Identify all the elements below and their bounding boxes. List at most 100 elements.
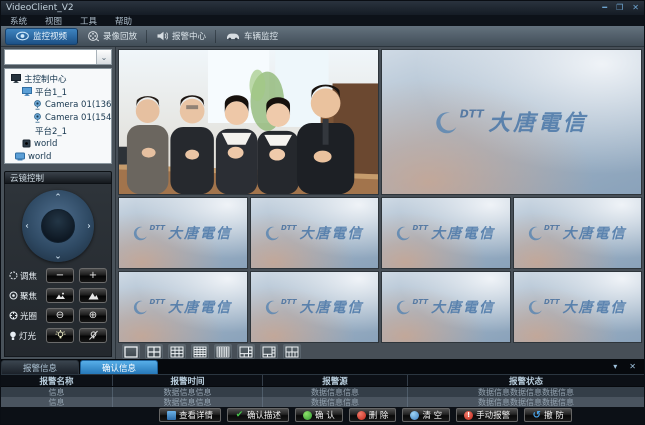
confirm-button[interactable]: 确 认 bbox=[295, 408, 343, 422]
car-icon bbox=[226, 31, 240, 41]
tab-label: 录像回放 bbox=[103, 30, 137, 42]
light-off-button[interactable] bbox=[79, 328, 107, 343]
iris-open-button[interactable]: ⊕ bbox=[79, 308, 107, 323]
col-alarm-source: 报警源 bbox=[263, 375, 408, 386]
layout-9-button[interactable] bbox=[168, 344, 186, 359]
tree-item-camera-154[interactable]: Camera 01(154) bbox=[7, 111, 109, 124]
maximize-button[interactable]: ❐ bbox=[616, 4, 623, 12]
tree-label: Camera 01(154) bbox=[45, 113, 112, 123]
ptz-row-light: 灯光 bbox=[9, 328, 107, 343]
dtt-name: 大唐電信 bbox=[489, 107, 588, 138]
close-button[interactable]: ✕ bbox=[632, 4, 639, 12]
ptz-dpad: ⌃ ⌃ ⌃ ⌃ bbox=[22, 190, 94, 262]
video-feed-logo[interactable]: DTT大唐電信 bbox=[250, 271, 380, 343]
chevron-down-icon[interactable]: ⌄ bbox=[96, 50, 111, 64]
ptz-row-label: 灯光 bbox=[19, 330, 36, 342]
iris-close-button[interactable]: ⊖ bbox=[46, 308, 74, 323]
clear-button[interactable]: 清 空 bbox=[402, 408, 450, 422]
bulb-on-icon bbox=[55, 330, 66, 341]
zoom-dial-icon bbox=[9, 271, 18, 280]
tab-alarm-info[interactable]: 报警信息 bbox=[1, 360, 79, 374]
menu-help[interactable]: 帮助 bbox=[115, 15, 132, 27]
manual-alarm-icon: ! bbox=[464, 411, 473, 420]
minimize-button[interactable]: ━ bbox=[602, 4, 607, 12]
focus-near-button[interactable] bbox=[46, 288, 74, 303]
dtt-crescent-icon bbox=[528, 226, 543, 241]
ptz-right-button[interactable]: ⌃ bbox=[81, 222, 90, 230]
video-client-window: VideoClient_V2 ━ ❐ ✕ 系统 视图 工具 帮助 监控视频 录像… bbox=[0, 0, 645, 425]
ptz-down-button[interactable]: ⌃ bbox=[54, 249, 62, 258]
ptz-row-focus: 聚焦 bbox=[9, 288, 107, 303]
tree-item-world-1[interactable]: world bbox=[7, 137, 109, 150]
menu-system[interactable]: 系统 bbox=[10, 15, 27, 27]
device-combobox[interactable]: ⌄ bbox=[4, 49, 112, 65]
confirm-description-button[interactable]: ✔确认描述 bbox=[227, 408, 289, 422]
datang-watermark: DTT大唐電信 bbox=[133, 297, 232, 317]
video-feed-logo[interactable]: DTT 大唐電信 bbox=[381, 49, 642, 195]
tree-item-platform-2[interactable]: 平台2_1 bbox=[7, 124, 109, 137]
ptz-left-button[interactable]: ⌃ bbox=[26, 222, 35, 230]
layout-6-button[interactable] bbox=[237, 344, 255, 359]
tab-vehicle-monitor[interactable]: 车辆监控 bbox=[216, 28, 288, 45]
window-title: VideoClient_V2 bbox=[6, 3, 74, 13]
camera-icon bbox=[33, 100, 42, 110]
tree-item-world-2[interactable]: world bbox=[7, 150, 109, 163]
alarm-tab-bar: 报警信息 确认信息 ▾ ✕ bbox=[1, 360, 644, 374]
video-feed-logo[interactable]: DTT大唐電信 bbox=[118, 271, 248, 343]
menu-tools[interactable]: 工具 bbox=[80, 15, 97, 27]
details-icon bbox=[167, 411, 176, 420]
alarm-table-row[interactable]: 信息 数据信息信息 数据信息信息 数据信息数据信息数据信息 bbox=[1, 387, 644, 397]
tree-label: 平台2_1 bbox=[35, 125, 67, 137]
menu-view[interactable]: 视图 bbox=[45, 15, 62, 27]
layout-4-button[interactable] bbox=[145, 344, 163, 359]
tree-item-platform-1[interactable]: 平台1_1 bbox=[7, 85, 109, 98]
video-area: DTT 大唐電信 DTT大唐電信 DTT大唐電信 DTT大唐電信 DTT大唐電信… bbox=[116, 47, 644, 359]
tab-playback[interactable]: 录像回放 bbox=[78, 28, 147, 45]
platform-icon bbox=[22, 87, 32, 96]
zoom-in-button[interactable]: + bbox=[79, 268, 107, 283]
tab-alarm-center[interactable]: 报警中心 bbox=[147, 28, 216, 45]
check-icon: ✔ bbox=[235, 411, 244, 420]
screen-icon bbox=[15, 152, 25, 161]
light-on-button[interactable] bbox=[46, 328, 74, 343]
layout-25-button[interactable] bbox=[214, 344, 232, 359]
layout-10-button[interactable] bbox=[283, 344, 301, 359]
video-feed-logo[interactable]: DTT大唐電信 bbox=[118, 197, 248, 269]
device-icon bbox=[22, 139, 31, 148]
focus-far-button[interactable] bbox=[79, 288, 107, 303]
clear-icon bbox=[410, 411, 419, 420]
video-feed-logo[interactable]: DTT大唐電信 bbox=[513, 197, 643, 269]
tab-label: 车辆监控 bbox=[244, 30, 278, 42]
video-feed-logo[interactable]: DTT大唐電信 bbox=[250, 197, 380, 269]
alarm-panel: 报警信息 确认信息 ▾ ✕ 报警名称 报警时间 报警源 报警状态 信息 数据信息… bbox=[1, 359, 644, 424]
zoom-out-button[interactable]: − bbox=[46, 268, 74, 283]
ptz-up-button[interactable]: ⌃ bbox=[54, 194, 62, 203]
video-feed-logo[interactable]: DTT大唐電信 bbox=[381, 271, 511, 343]
video-feed-live[interactable] bbox=[118, 49, 379, 195]
manual-alarm-button[interactable]: !手动报警 bbox=[456, 408, 518, 422]
alarm-table: 报警名称 报警时间 报警源 报警状态 信息 数据信息信息 数据信息信息 数据信息… bbox=[1, 374, 644, 407]
ptz-row-label: 调焦 bbox=[20, 270, 37, 282]
ptz-dpad-center[interactable] bbox=[41, 209, 75, 243]
tree-label: 主控制中心 bbox=[24, 73, 67, 85]
alarm-table-row[interactable]: 信息 数据信息信息 数据信息信息 数据信息数据信息数据信息 bbox=[1, 397, 644, 407]
layout-16-button[interactable] bbox=[191, 344, 209, 359]
datang-watermark: DTT 大唐電信 bbox=[435, 107, 588, 138]
view-details-button[interactable]: 查看详情 bbox=[159, 408, 221, 422]
collapse-panel-icon[interactable]: ▾ bbox=[613, 363, 617, 371]
video-feed-logo[interactable]: DTT大唐電信 bbox=[513, 271, 643, 343]
layout-8-button[interactable] bbox=[260, 344, 278, 359]
speaker-icon bbox=[157, 31, 168, 41]
tab-confirm-info[interactable]: 确认信息 bbox=[80, 360, 158, 374]
tab-monitor-video[interactable]: 监控视频 bbox=[5, 28, 78, 45]
close-panel-icon[interactable]: ✕ bbox=[629, 363, 636, 371]
tree-item-camera-136[interactable]: Camera 01(136) bbox=[7, 98, 109, 111]
delete-button[interactable]: 删 除 bbox=[349, 408, 397, 422]
layout-1-button[interactable] bbox=[122, 344, 140, 359]
tree-item-control-center[interactable]: 主控制中心 bbox=[7, 72, 109, 85]
datang-watermark: DTT大唐電信 bbox=[265, 297, 364, 317]
alarm-actions: 查看详情 ✔确认描述 确 认 删 除 清 空 !手动报警 ↺撤 防 bbox=[1, 407, 644, 424]
video-feed-logo[interactable]: DTT大唐電信 bbox=[381, 197, 511, 269]
dtt-crescent-icon bbox=[396, 300, 411, 315]
disarm-button[interactable]: ↺撤 防 bbox=[524, 408, 572, 422]
